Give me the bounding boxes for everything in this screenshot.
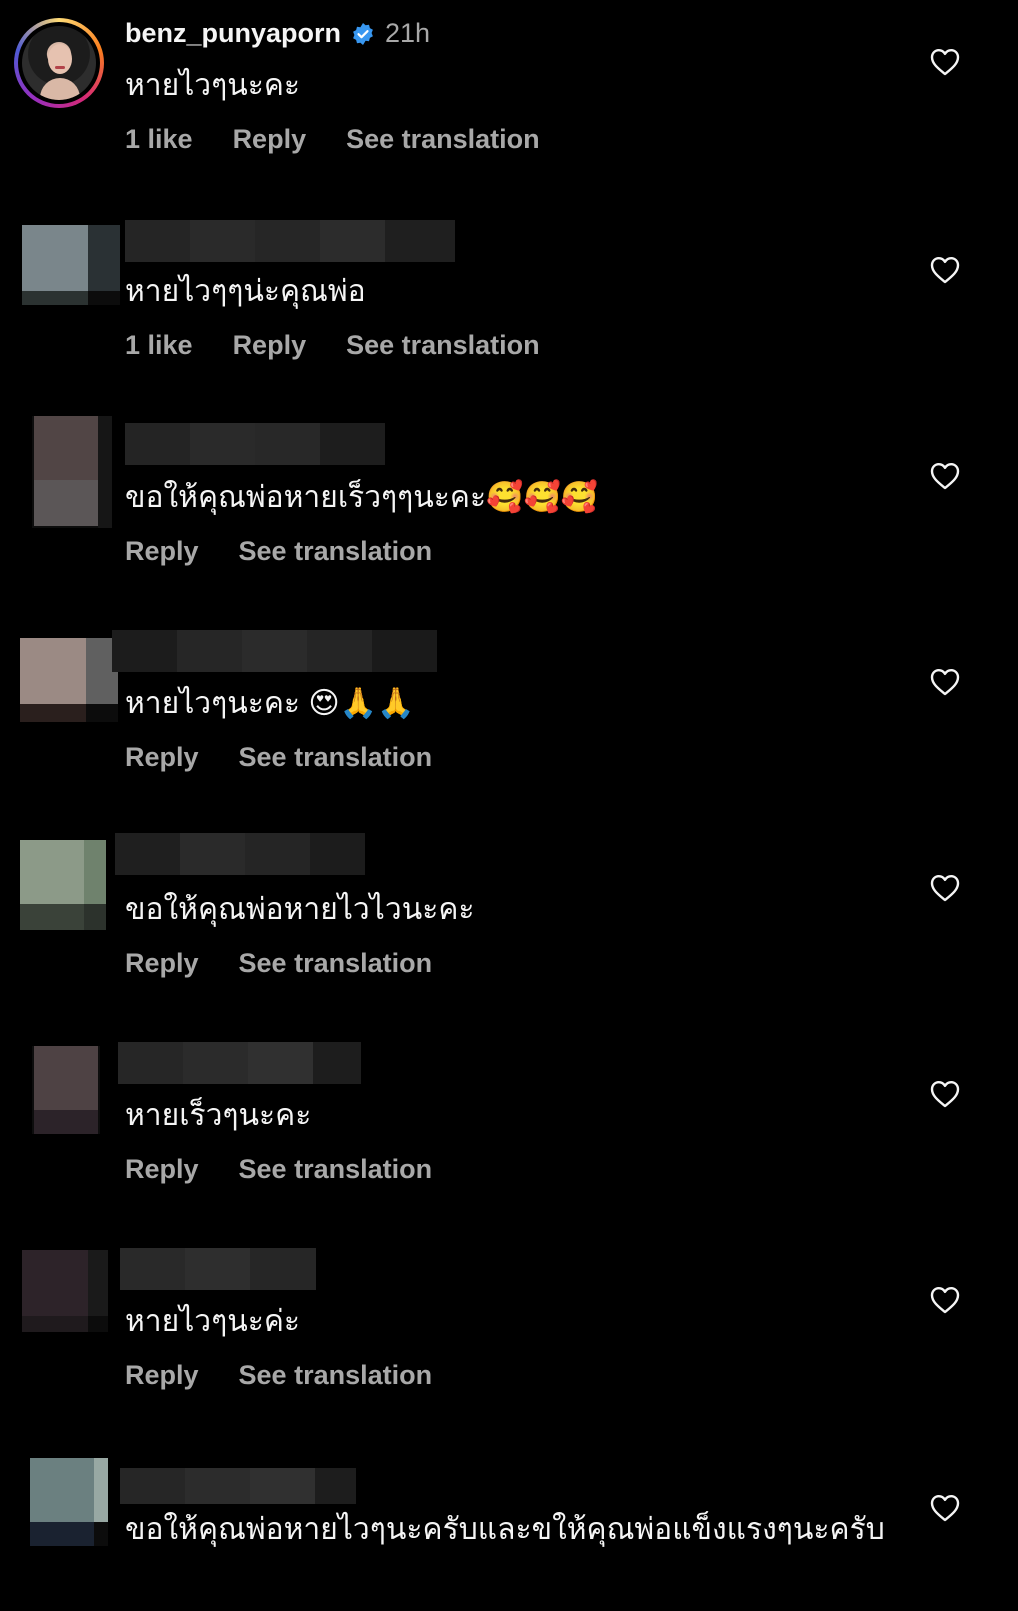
reply-button[interactable]: Reply [125,948,199,979]
avatar[interactable] [22,1250,108,1332]
avatar[interactable] [32,1046,100,1134]
heart-outline-icon[interactable] [930,1080,960,1108]
username-redacted [115,833,365,875]
heart-outline-icon[interactable] [930,48,960,76]
comment-time: 21h [385,18,431,48]
comment-text: ขอให้คุณพ่อหายเร็วๆๆนะคะ🥰🥰🥰 [125,481,599,514]
see-translation-button[interactable]: See translation [239,948,433,979]
username-redacted [120,1248,316,1290]
avatar[interactable] [22,225,120,305]
reply-button[interactable]: Reply [125,1360,199,1391]
reply-button[interactable]: Reply [233,330,307,361]
heart-outline-icon[interactable] [930,1494,960,1522]
username-redacted [125,220,455,262]
see-translation-button[interactable]: See translation [239,742,433,773]
see-translation-button[interactable]: See translation [346,124,540,155]
comment-text: หายไวๆนะคะ [125,69,301,102]
heart-outline-icon[interactable] [930,668,960,696]
heart-outline-icon[interactable] [930,874,960,902]
see-translation-button[interactable]: See translation [239,1360,433,1391]
verified-badge-icon [353,22,373,45]
heart-outline-icon[interactable] [930,462,960,490]
comment-text: หายไวๆนะคะ 😍🙏🙏 [125,687,415,720]
username-redacted [120,1468,356,1504]
avatar[interactable] [14,18,104,108]
comment-text: หายไวๆนะค่ะ [125,1305,301,1338]
likes-count[interactable]: 1 like [125,330,193,361]
avatar[interactable] [30,1458,108,1546]
reply-button[interactable]: Reply [125,536,199,567]
username[interactable]: benz_punyaporn [125,18,341,49]
comment-text: หายไวๆๆน่ะคุณพ่อ [125,275,366,308]
username-redacted [112,630,437,672]
comment-text: หายเร็วๆนะคะ [125,1099,312,1132]
comment-text: ขอให้คุณพ่อหายไวไวนะคะ [125,893,475,926]
heart-outline-icon[interactable] [930,256,960,284]
reply-button[interactable]: Reply [125,742,199,773]
username-redacted [125,423,385,465]
comment-item: benz_punyaporn 21h หายไวๆนะคะ 1 like Rep… [0,0,1018,200]
see-translation-button[interactable]: See translation [346,330,540,361]
see-translation-button[interactable]: See translation [239,1154,433,1185]
reply-button[interactable]: Reply [233,124,307,155]
reply-button[interactable]: Reply [125,1154,199,1185]
avatar[interactable] [20,840,106,930]
see-translation-button[interactable]: See translation [239,536,433,567]
comment-text: ขอให้คุณพ่อหายไวๆนะครับและขให้คุณพ่อแข็ง… [125,1513,885,1546]
avatar[interactable] [20,638,118,722]
avatar[interactable] [32,416,112,528]
heart-outline-icon[interactable] [930,1286,960,1314]
username-redacted [118,1042,361,1084]
likes-count[interactable]: 1 like [125,124,193,155]
